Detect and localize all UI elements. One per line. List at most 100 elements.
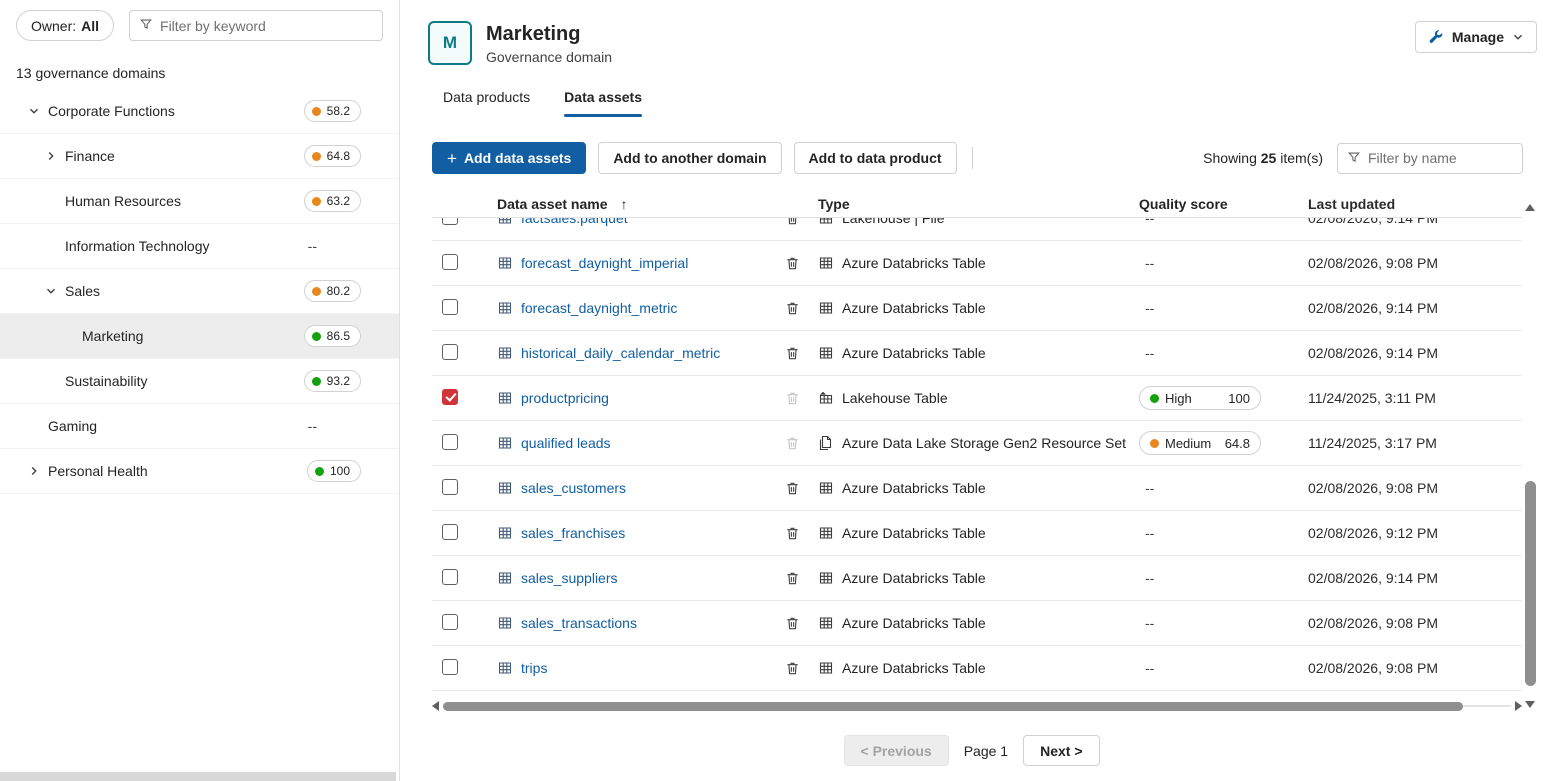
last-updated: 02/08/2026, 9:08 PM [1301, 615, 1522, 631]
delete-icon[interactable] [785, 615, 800, 631]
domain-tree-item[interactable]: Corporate Functions 58.2 [0, 89, 399, 134]
delete-icon[interactable] [785, 660, 800, 676]
owner-value: All [81, 18, 99, 34]
quality-dash: -- [1145, 218, 1154, 226]
manage-label: Manage [1452, 29, 1504, 45]
delete-icon[interactable] [785, 345, 800, 361]
quality-label: High [1165, 391, 1192, 406]
asset-name-link[interactable]: qualified leads [521, 435, 611, 451]
scroll-down-icon[interactable] [1525, 701, 1535, 708]
asset-name-link[interactable]: trips [521, 660, 547, 676]
tree-item-label: Finance [65, 148, 115, 164]
chevron-icon[interactable] [45, 285, 65, 297]
tab-data-products[interactable]: Data products [443, 89, 530, 117]
delete-icon[interactable] [785, 390, 800, 406]
score-dot [312, 197, 321, 206]
asset-name-link[interactable]: sales_suppliers [521, 570, 618, 586]
asset-name-link[interactable]: sales_customers [521, 480, 626, 496]
type-label: Azure Databricks Table [842, 345, 986, 361]
column-header-name[interactable]: Data asset name↑ [490, 196, 775, 212]
delete-icon[interactable] [785, 218, 800, 226]
domain-tree-item[interactable]: Sustainability 93.2 [0, 359, 399, 404]
delete-icon[interactable] [785, 435, 800, 451]
domain-tree-item[interactable]: Information Technology -- [0, 224, 399, 269]
table-header: Data asset name↑ Type Quality score Last… [432, 190, 1522, 218]
scroll-up-icon[interactable] [1525, 204, 1535, 211]
row-checkbox[interactable] [442, 659, 458, 675]
quality-dash: -- [1145, 525, 1154, 541]
row-checkbox[interactable] [442, 389, 458, 405]
horizontal-scroll-track[interactable] [443, 701, 1511, 711]
row-checkbox[interactable] [442, 434, 458, 450]
chevron-icon[interactable] [28, 105, 48, 117]
domain-tree-item[interactable]: Gaming -- [0, 404, 399, 449]
vertical-scrollbar[interactable] [1524, 200, 1537, 712]
score-value: 58.2 [327, 104, 350, 118]
score-value: 64.8 [327, 149, 350, 163]
add-data-assets-button[interactable]: + Add data assets [432, 142, 586, 174]
column-header-type[interactable]: Type [809, 196, 1131, 212]
pagination: < Previous Page 1 Next > [400, 735, 1543, 766]
domain-tree-item[interactable]: Personal Health 100 [0, 449, 399, 494]
sidebar-horizontal-scrollbar[interactable] [0, 772, 396, 781]
horizontal-scroll-thumb[interactable] [443, 702, 1463, 711]
domain-tree-item[interactable]: Sales 80.2 [0, 269, 399, 314]
last-updated: 11/24/2025, 3:11 PM [1301, 390, 1522, 406]
vertical-scroll-thumb[interactable] [1525, 481, 1536, 686]
next-page-button[interactable]: Next > [1023, 735, 1099, 766]
delete-icon[interactable] [785, 255, 800, 271]
asset-name-link[interactable]: sales_transactions [521, 615, 637, 631]
manage-button[interactable]: Manage [1415, 21, 1537, 53]
type-label: Azure Data Lake Storage Gen2 Resource Se… [842, 435, 1126, 451]
tree-item-label: Personal Health [48, 463, 148, 479]
row-checkbox[interactable] [442, 344, 458, 360]
table-row: trips Azure Databricks Table -- 02/08/20… [432, 646, 1522, 691]
row-checkbox[interactable] [442, 299, 458, 315]
asset-name-link[interactable]: historical_daily_calendar_metric [521, 345, 720, 361]
horizontal-scrollbar[interactable] [432, 699, 1522, 713]
delete-icon[interactable] [785, 480, 800, 496]
add-to-data-product-button[interactable]: Add to data product [794, 142, 957, 174]
data-assets-table: Data asset name↑ Type Quality score Last… [432, 190, 1522, 713]
previous-page-button[interactable]: < Previous [844, 735, 949, 766]
asset-name-link[interactable]: sales_franchises [521, 525, 625, 541]
domain-tree-item[interactable]: Human Resources 63.2 [0, 179, 399, 224]
row-checkbox[interactable] [442, 254, 458, 270]
asset-name-link[interactable]: productpricing [521, 390, 609, 406]
row-checkbox[interactable] [442, 614, 458, 630]
tab-data-assets[interactable]: Data assets [564, 89, 642, 117]
delete-icon[interactable] [785, 570, 800, 586]
chevron-icon[interactable] [45, 150, 65, 162]
keyword-filter-input[interactable] [160, 18, 373, 34]
row-checkbox[interactable] [442, 569, 458, 585]
score-badge: 58.2 [304, 100, 361, 122]
row-checkbox[interactable] [442, 479, 458, 495]
scroll-left-icon[interactable] [432, 701, 439, 711]
column-header-quality[interactable]: Quality score [1131, 196, 1301, 212]
row-checkbox[interactable] [442, 524, 458, 540]
quality-label: Medium [1165, 436, 1211, 451]
chevron-icon[interactable] [28, 465, 48, 477]
score-badge: 64.8 [304, 145, 361, 167]
name-filter-input[interactable] [1368, 150, 1543, 166]
scroll-right-icon[interactable] [1515, 701, 1522, 711]
delete-icon[interactable] [785, 525, 800, 541]
column-header-updated[interactable]: Last updated [1301, 196, 1522, 212]
domain-tree-item[interactable]: Finance 64.8 [0, 134, 399, 179]
asset-name-link[interactable]: factsales.parquet [521, 218, 628, 226]
row-checkbox[interactable] [442, 218, 458, 225]
avatar-letter: M [443, 33, 457, 53]
asset-name-link[interactable]: forecast_daynight_imperial [521, 255, 688, 271]
owner-filter-pill[interactable]: Owner: All [16, 10, 114, 41]
delete-icon[interactable] [785, 300, 800, 316]
domain-tree-item[interactable]: Marketing 86.5 [0, 314, 399, 359]
last-updated: 02/08/2026, 9:12 PM [1301, 525, 1522, 541]
databricks-table-icon [818, 480, 834, 496]
tree-item-label: Sales [65, 283, 100, 299]
asset-name-link[interactable]: forecast_daynight_metric [521, 300, 677, 316]
databricks-table-icon [818, 345, 834, 361]
table-grid-icon [497, 390, 513, 406]
add-to-another-domain-button[interactable]: Add to another domain [598, 142, 781, 174]
tree-item-label: Marketing [82, 328, 143, 344]
table-grid-icon [497, 255, 513, 271]
